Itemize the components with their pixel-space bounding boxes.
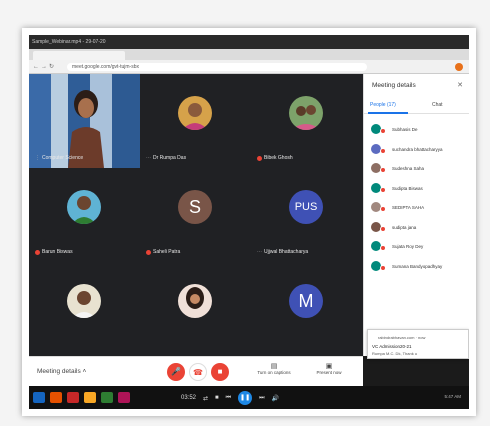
avatar: S xyxy=(178,190,212,224)
avatar xyxy=(67,284,101,318)
app-icon[interactable] xyxy=(67,392,79,403)
list-item[interactable]: Sumana Bandyopadhyay xyxy=(368,257,468,277)
mic-off-icon xyxy=(380,128,386,134)
app-icon[interactable] xyxy=(50,392,62,403)
participant-tile[interactable] xyxy=(29,262,140,356)
participant-tile[interactable]: ⋯ Dr Rumpa Das xyxy=(140,74,251,168)
dots-icon: ⋮ xyxy=(35,155,40,161)
screenshot-frame: Sample_Webinar.mp4 - 29-07-20 ←→↻ meet.g… xyxy=(22,28,476,416)
tile-name: Bibek Ghosh xyxy=(257,155,293,161)
participant-tile[interactable]: Bibek Ghosh xyxy=(251,74,362,168)
volume-icon[interactable]: 🔊 xyxy=(271,395,278,402)
stop-icon[interactable]: ■ xyxy=(215,395,219,401)
list-item[interactable]: sudipta jana xyxy=(368,218,468,238)
meet-video-grid: ⋮ Computer Science ⋯ Dr Rumpa Das Bibek Gh… xyxy=(29,74,363,356)
pause-button[interactable]: ❚❚ xyxy=(238,391,253,405)
mic-toggle-button[interactable]: 🎤 xyxy=(167,363,185,381)
tab-chat[interactable]: Chat xyxy=(432,102,443,108)
tile-name: Saheli Patra xyxy=(146,249,180,255)
tile-name: ⋮ Computer Science xyxy=(35,155,84,161)
mic-off-icon xyxy=(380,206,386,212)
participant-tile[interactable]: PUS ⋯ Ujjwal Bhattacharya xyxy=(251,168,362,262)
tab-strip xyxy=(29,49,469,60)
mic-off-icon xyxy=(380,167,386,173)
next-icon[interactable]: ⏭ xyxy=(259,395,264,402)
list-item[interactable]: Sudipta Biswas xyxy=(368,179,468,199)
avatar: PUS xyxy=(289,190,323,224)
url-field[interactable]: meet.google.com/gvt-tujm-sbx xyxy=(67,63,367,71)
dots-icon: ⋯ xyxy=(257,249,262,255)
participant-list: Subhasis De suchandra bhattacharyya Sude… xyxy=(368,120,468,276)
present-button[interactable]: ▣ Present now xyxy=(304,362,354,375)
panel-tabs: People (17) Chat xyxy=(364,100,469,114)
elapsed-time: 03:52 xyxy=(181,395,197,401)
shuffle-icon[interactable]: ⇄ xyxy=(203,395,208,402)
notification-toast[interactable]: rabindrabhavan.com · now VC Admission20-… xyxy=(367,329,469,359)
panel-title: Meeting details xyxy=(372,82,416,89)
list-item[interactable]: SEDIPTA SAHA xyxy=(368,198,468,218)
participant-tile[interactable]: ⋮ Computer Science xyxy=(29,74,140,168)
tab-people[interactable]: People (17) xyxy=(370,102,396,108)
camera-toggle-button[interactable]: ■ xyxy=(211,363,229,381)
meeting-details-button[interactable]: Meeting details ˄ xyxy=(37,368,86,375)
mic-off-icon xyxy=(146,249,151,255)
avatar xyxy=(289,96,323,130)
taskbar xyxy=(33,392,130,403)
start-icon[interactable] xyxy=(33,392,45,403)
participant-tile[interactable]: Barun Biswas xyxy=(29,168,140,262)
mic-off-icon xyxy=(257,155,262,161)
address-bar: ←→↻ meet.google.com/gvt-tujm-sbx xyxy=(29,60,469,74)
window-title: Sample_Webinar.mp4 - 29-07-20 xyxy=(32,39,106,45)
participant-tile[interactable]: S Saheli Patra xyxy=(140,168,251,262)
mic-off-icon xyxy=(380,186,386,193)
previous-icon[interactable]: ⏮ xyxy=(226,395,231,402)
playback-controls: 03:52 ⇄ ■ ⏮ ❚❚ ⏭ 🔊 xyxy=(181,391,279,405)
media-player-bar: 03:52 ⇄ ■ ⏮ ❚❚ ⏭ 🔊 5:47 AM xyxy=(29,386,469,409)
mic-off-icon xyxy=(380,245,386,251)
meeting-details-panel: Meeting details ✕ People (17) Chat Subha… xyxy=(363,74,469,356)
active-tab-indicator xyxy=(368,112,408,114)
close-icon[interactable]: ✕ xyxy=(457,81,463,89)
participant-tile[interactable]: M xyxy=(251,262,362,356)
folder-icon[interactable] xyxy=(84,392,96,403)
profile-icon[interactable] xyxy=(455,63,463,71)
app-icon[interactable] xyxy=(118,392,130,403)
list-item[interactable]: Sudeshna Saha xyxy=(368,159,468,179)
mic-off-icon xyxy=(380,264,386,271)
window-titlebar: Sample_Webinar.mp4 - 29-07-20 xyxy=(29,35,469,49)
clock: 5:47 AM xyxy=(444,394,461,399)
captions-icon: ▤ xyxy=(270,363,278,370)
present-icon: ▣ xyxy=(325,363,333,370)
avatar xyxy=(67,190,101,224)
hang-up-button[interactable]: ☎ xyxy=(189,363,207,381)
captions-button[interactable]: ▤ Turn on captions xyxy=(249,362,299,375)
tile-name: ⋯ Ujjwal Bhattacharya xyxy=(257,249,309,255)
list-item[interactable]: suchandra bhattacharyya xyxy=(368,140,468,160)
nav-buttons[interactable]: ←→↻ xyxy=(33,63,56,70)
avatar xyxy=(178,96,212,130)
list-item[interactable]: Sujata Roy Dey xyxy=(368,237,468,257)
meet-control-bar: Meeting details ˄ 🎤 ☎ ■ ▤ Turn on caption… xyxy=(29,356,363,386)
app-icon[interactable] xyxy=(101,392,113,403)
browser-tab[interactable] xyxy=(33,51,125,60)
tile-name: ⋯ Dr Rumpa Das xyxy=(146,155,187,161)
tile-name: Barun Biswas xyxy=(35,249,73,255)
screen-photo: Sample_Webinar.mp4 - 29-07-20 ←→↻ meet.g… xyxy=(29,35,469,409)
mic-off-icon xyxy=(380,147,386,154)
list-item[interactable]: Subhasis De xyxy=(368,120,468,140)
mic-off-icon xyxy=(380,225,386,232)
participant-tile[interactable] xyxy=(140,262,251,356)
mic-off-icon xyxy=(35,249,40,255)
avatar: M xyxy=(289,284,323,318)
avatar xyxy=(178,284,212,318)
dots-icon: ⋯ xyxy=(146,155,151,161)
